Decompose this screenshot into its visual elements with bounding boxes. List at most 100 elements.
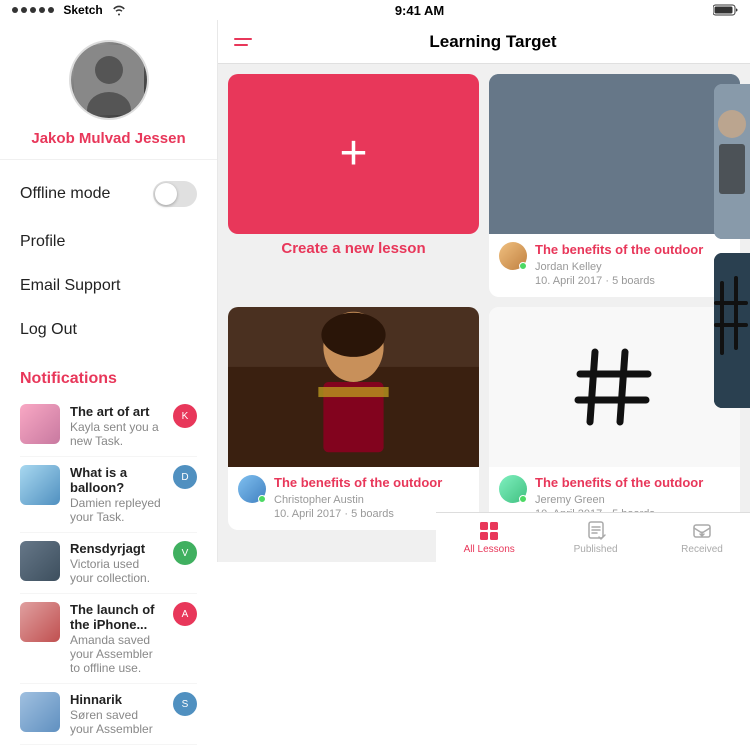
lesson-image-hashtag	[489, 307, 740, 467]
notif-thumb-art	[20, 404, 60, 444]
wifi-icon	[112, 4, 126, 16]
card-title-jeremy: The benefits of the outdoor	[535, 475, 730, 492]
hamburger-line-2	[234, 44, 248, 46]
peek-card-top	[714, 84, 750, 239]
notif-content-iphone: The launch of the iPhone... Amanda saved…	[70, 602, 163, 675]
sidebar-notifications: Notifications The art of art Kayla sent …	[0, 360, 217, 749]
notif-title-art: The art of art	[70, 404, 163, 419]
lesson-image-outdoor-1	[489, 74, 740, 234]
notif-title-iphone: The launch of the iPhone...	[70, 602, 163, 632]
notif-thumb-rens	[20, 541, 60, 581]
tab-icon-published	[585, 520, 607, 542]
notifications-title: Notifications	[20, 370, 197, 388]
notification-iphone[interactable]: The launch of the iPhone... Amanda saved…	[20, 594, 197, 684]
notif-content-hinnarik: Hinnarik Søren saved your Assembler	[70, 692, 163, 736]
signal-dot-2	[21, 7, 27, 13]
lesson-card-christopher[interactable]: The benefits of the outdoor Christopher …	[228, 307, 479, 530]
online-indicator-jordan	[519, 262, 527, 270]
tab-icon-received	[691, 520, 713, 542]
sidebar-item-log-out[interactable]: Log Out	[0, 308, 217, 352]
peek-card-bottom	[714, 253, 750, 408]
create-card-label: Create a new lesson	[281, 232, 425, 261]
status-bar: Sketch 9:41 AM	[0, 0, 750, 20]
notif-thumb-iphone	[20, 602, 60, 642]
card-info-jordan: The benefits of the outdoor Jordan Kelle…	[489, 234, 740, 297]
main-content: Learning Target + Create a new lesson	[218, 20, 750, 562]
create-lesson-card[interactable]: + Create a new lesson	[228, 74, 479, 297]
offline-mode-toggle[interactable]	[153, 181, 197, 207]
tab-label-published: Published	[574, 544, 618, 555]
tab-published[interactable]: Published	[542, 513, 648, 562]
tab-label-received: Received	[681, 544, 723, 555]
notif-desc-rens: Victoria used your collection.	[70, 557, 163, 585]
notif-desc-art: Kayla sent you a new Task.	[70, 420, 163, 448]
notif-desc-hinnarik: Søren saved your Assembler	[70, 708, 163, 736]
tab-received[interactable]: Received	[649, 513, 750, 562]
sidebar-item-profile[interactable]: Profile	[0, 220, 217, 264]
card-author-christopher: Christopher Austin	[274, 494, 469, 506]
main-header: Learning Target	[218, 20, 750, 64]
avatar-image	[71, 42, 147, 118]
log-out-label: Log Out	[20, 321, 77, 339]
create-card-inner[interactable]: +	[228, 74, 479, 234]
notif-content-art: The art of art Kayla sent you a new Task…	[70, 404, 163, 448]
notif-title-hinnarik: Hinnarik	[70, 692, 163, 707]
notif-desc-balloon: Damien repleyed your Task.	[70, 496, 163, 524]
online-indicator-jeremy	[519, 495, 527, 503]
signal-dot-5	[48, 7, 54, 13]
card-title-jordan: The benefits of the outdoor	[535, 242, 730, 259]
card-author-jordan: Jordan Kelley	[535, 261, 730, 273]
card-author-jeremy: Jeremy Green	[535, 494, 730, 506]
notif-avatar-rens: V	[173, 541, 197, 565]
tab-label-all-lessons: All Lessons	[464, 544, 515, 555]
carrier-area: Sketch	[12, 3, 126, 17]
battery-icon	[713, 4, 738, 16]
notification-art[interactable]: The art of art Kayla sent you a new Task…	[20, 396, 197, 457]
notif-title-balloon: What is a balloon?	[70, 465, 163, 495]
notif-avatar-balloon: D	[173, 465, 197, 489]
email-support-label: Email Support	[20, 277, 121, 295]
toggle-knob	[155, 183, 177, 205]
notification-hinnarik[interactable]: Hinnarik Søren saved your Assembler S	[20, 684, 197, 745]
notif-content-rens: Rensdyrjagt Victoria used your collectio…	[70, 541, 163, 585]
lesson-card-jeremy[interactable]: The benefits of the outdoor Jeremy Green…	[489, 307, 740, 530]
page-title: Learning Target	[252, 32, 734, 52]
card-avatar-jordan	[499, 242, 527, 270]
status-time: 9:41 AM	[395, 3, 444, 18]
notification-balloon[interactable]: What is a balloon? Damien repleyed your …	[20, 457, 197, 533]
offline-mode-label: Offline mode	[20, 185, 110, 203]
sidebar: Jakob Mulvad Jessen Offline mode Profile…	[0, 20, 218, 562]
lesson-card-jordan[interactable]: The benefits of the outdoor Jordan Kelle…	[489, 74, 740, 297]
notif-avatar-hinnarik: S	[173, 692, 197, 716]
tab-icon-all-lessons	[478, 520, 500, 542]
card-avatar-jeremy	[499, 475, 527, 503]
card-date-jordan: 10. April 2017 · 5 boards	[535, 275, 730, 287]
lessons-grid: + Create a new lesson	[218, 64, 750, 530]
sidebar-user-area: Jakob Mulvad Jessen	[0, 20, 217, 159]
signal-dot-1	[12, 7, 18, 13]
sidebar-menu: Offline mode Profile Email Support Log O…	[0, 159, 217, 360]
avatar	[69, 40, 149, 120]
notif-content-balloon: What is a balloon? Damien repleyed your …	[70, 465, 163, 524]
battery-area	[713, 4, 738, 16]
notif-thumb-balloon	[20, 465, 60, 505]
tab-bar: All Lessons Published Received	[436, 512, 750, 562]
tab-all-lessons[interactable]: All Lessons	[436, 513, 542, 562]
create-plus-icon: +	[339, 130, 367, 178]
signal-dot-3	[30, 7, 36, 13]
notif-desc-iphone: Amanda saved your Assembler to offline u…	[70, 633, 163, 675]
online-indicator-christopher	[258, 495, 266, 503]
sidebar-item-offline-mode[interactable]: Offline mode	[0, 168, 217, 220]
notif-title-rens: Rensdyrjagt	[70, 541, 163, 556]
create-label-area: Create a new lesson	[228, 234, 479, 260]
lesson-image-wonderwoman	[228, 307, 479, 467]
notification-rens[interactable]: Rensdyrjagt Victoria used your collectio…	[20, 533, 197, 594]
sidebar-item-email-support[interactable]: Email Support	[0, 264, 217, 308]
notif-avatar-iphone: A	[173, 602, 197, 626]
card-avatar-christopher	[238, 475, 266, 503]
notif-avatar-art: K	[173, 404, 197, 428]
notif-thumb-hinnarik	[20, 692, 60, 732]
card-text-jordan: The benefits of the outdoor Jordan Kelle…	[535, 242, 730, 287]
hamburger-menu-button[interactable]	[234, 38, 252, 46]
user-name: Jakob Mulvad Jessen	[31, 130, 185, 147]
